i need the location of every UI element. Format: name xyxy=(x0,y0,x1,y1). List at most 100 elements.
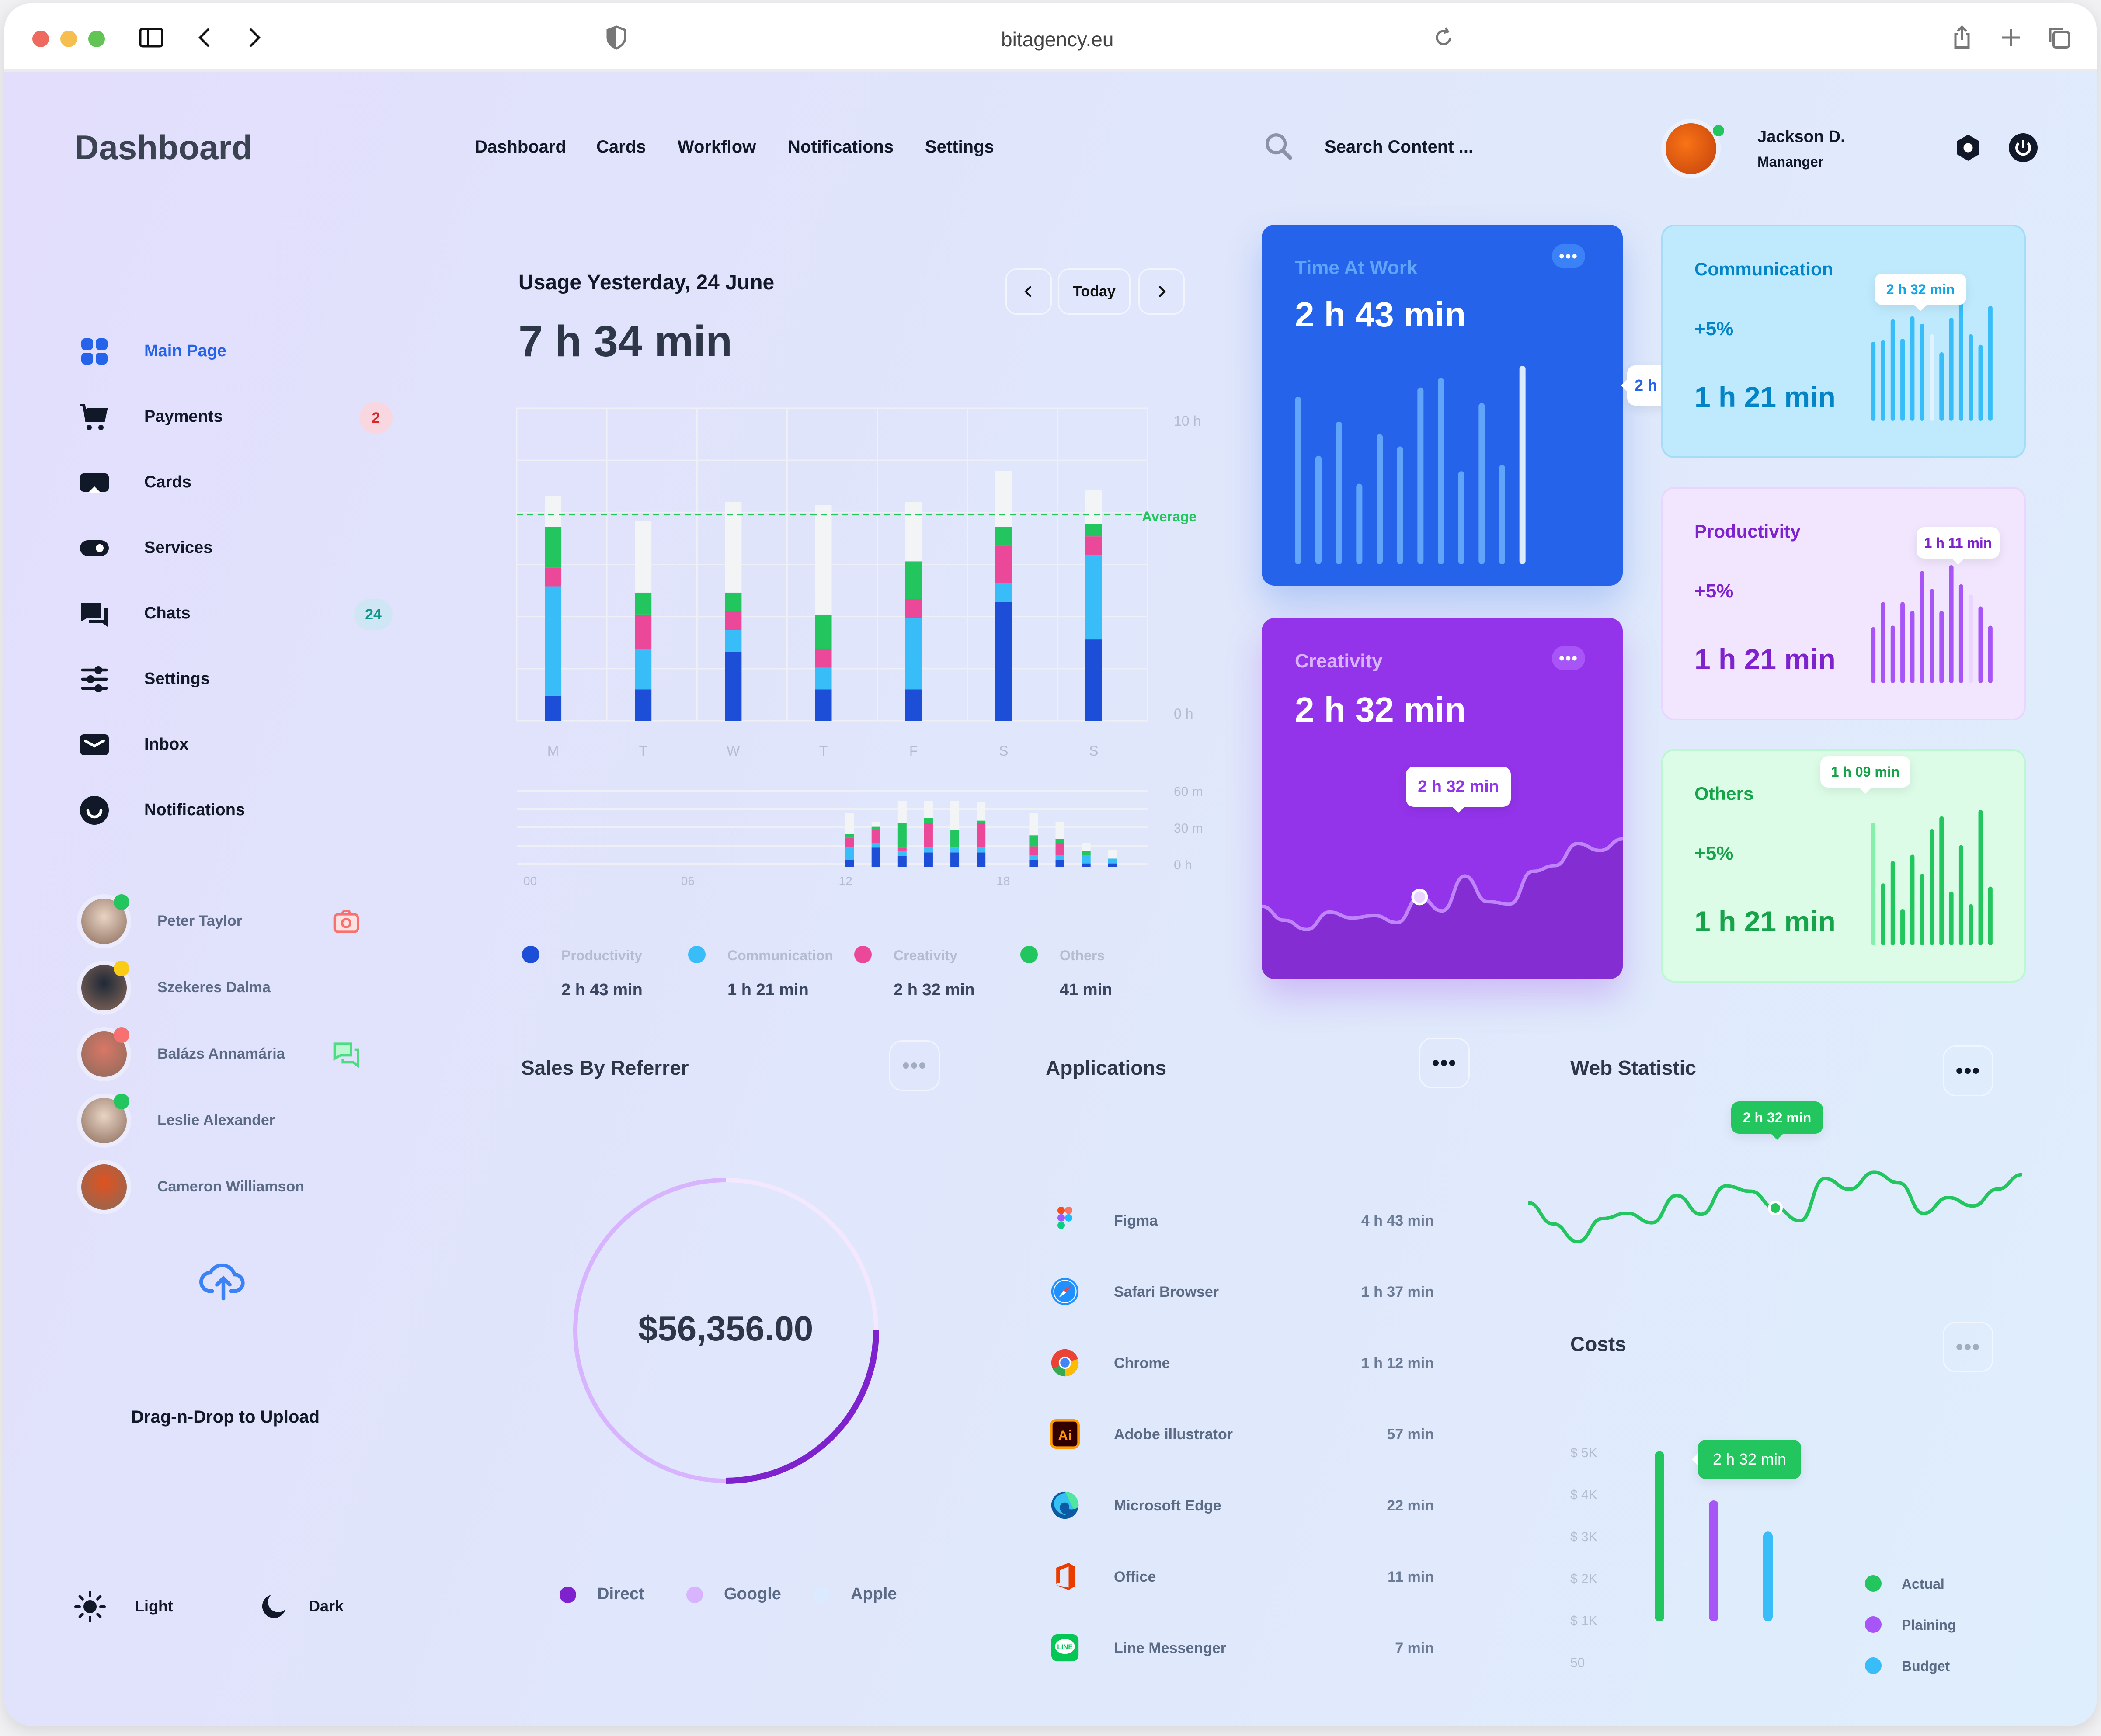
next-day-button[interactable] xyxy=(1138,268,1185,315)
sidebar-item-settings[interactable]: Settings xyxy=(74,660,398,699)
close-window-button[interactable] xyxy=(32,31,49,47)
svg-text:Ai: Ai xyxy=(1058,1428,1071,1443)
card-more-button[interactable]: ••• xyxy=(1552,244,1585,268)
sidebar-item-cards[interactable]: Cards xyxy=(74,463,398,503)
bar-segment-others xyxy=(1085,524,1102,537)
application-row[interactable]: Safari Browser 1 h 37 min xyxy=(1045,1275,1438,1310)
donut-slice-apple[interactable] xyxy=(725,1178,878,1331)
x-tick-label: 18 xyxy=(996,874,1010,888)
contact-item[interactable]: Szekeres Dalma xyxy=(79,961,393,1012)
contact-item[interactable]: Balázs Annamária xyxy=(79,1027,393,1079)
search-input[interactable]: Search Content ... xyxy=(1325,137,1473,157)
creativity-point[interactable] xyxy=(1411,889,1428,906)
contact-name: Szekeres Dalma xyxy=(157,979,271,996)
hourly-bar-segment xyxy=(1108,858,1117,864)
hourly-bar-segment xyxy=(1055,855,1064,860)
power-icon[interactable] xyxy=(2007,132,2039,163)
web-statistic-title: Web Statistic xyxy=(1570,1056,1696,1079)
sidebar-item-inbox[interactable]: Inbox xyxy=(74,726,398,765)
chat-icon[interactable] xyxy=(332,1040,360,1068)
hourly-bar-segment xyxy=(924,801,933,818)
sidebar-toggle-icon[interactable] xyxy=(138,24,164,51)
tabs-overview-icon[interactable] xyxy=(2046,24,2072,51)
application-row[interactable]: Microsoft Edge 22 min xyxy=(1045,1489,1438,1524)
sliders-icon xyxy=(81,666,108,692)
costs-legend-dot xyxy=(1865,1616,1882,1633)
sun-icon[interactable] xyxy=(74,1591,106,1622)
upload-label[interactable]: Drag-n-Drop to Upload xyxy=(131,1407,320,1427)
costs-title: Costs xyxy=(1570,1333,1626,1355)
hourly-bar-segment xyxy=(871,826,880,830)
url-field[interactable]: bitagency.eu xyxy=(1001,28,1113,51)
productivity-card[interactable]: Productivity +5% 1 h 21 min 1 h 11 min xyxy=(1661,487,2026,720)
hourly-bar-segment xyxy=(871,830,880,843)
communication-card[interactable]: Communication +5% 1 h 21 min 2 h 32 min xyxy=(1661,225,2026,458)
web-statistic-more-button[interactable]: ••• xyxy=(1943,1045,1993,1096)
share-icon[interactable] xyxy=(1949,24,1975,51)
application-row[interactable]: Figma 4 h 43 min xyxy=(1045,1204,1438,1239)
applications-more-button[interactable]: ••• xyxy=(1419,1038,1470,1088)
bar-segment-communication xyxy=(1085,555,1102,640)
card-title: Productivity xyxy=(1694,521,1801,542)
search-icon[interactable] xyxy=(1263,131,1294,162)
web-statistic-point[interactable] xyxy=(1768,1201,1783,1215)
application-name: Figma xyxy=(1114,1212,1158,1229)
hourly-bar-segment xyxy=(950,852,960,867)
forward-icon[interactable] xyxy=(240,24,267,51)
dark-theme-label[interactable]: Dark xyxy=(309,1597,344,1615)
hourly-bar-segment xyxy=(845,837,854,848)
new-tab-icon[interactable] xyxy=(1998,24,2024,51)
maximize-window-button[interactable] xyxy=(88,31,105,47)
nav-cards[interactable]: Cards xyxy=(596,137,646,157)
contact-item[interactable]: Leslie Alexander xyxy=(79,1094,393,1145)
time-at-work-bars xyxy=(1295,366,1526,564)
reload-icon[interactable] xyxy=(1430,24,1457,51)
nav-workflow[interactable]: Workflow xyxy=(678,137,756,157)
sidebar-item-chats[interactable]: Chats 24 xyxy=(74,594,398,634)
back-icon[interactable] xyxy=(192,24,219,51)
application-row[interactable]: Office 11 min xyxy=(1045,1560,1438,1595)
minimize-window-button[interactable] xyxy=(60,31,77,47)
sales-more-button[interactable]: ••• xyxy=(889,1040,940,1091)
nav-settings[interactable]: Settings xyxy=(925,137,994,157)
contact-item[interactable]: Cameron Williamson xyxy=(79,1163,393,1212)
bar-segment-communication xyxy=(635,649,652,690)
bar-segment-productivity xyxy=(1085,639,1102,721)
light-theme-label[interactable]: Light xyxy=(135,1597,173,1615)
creativity-card[interactable]: Creativity 2 h 32 min ••• 2 h 32 min xyxy=(1262,618,1623,979)
usage-total: 7 h 34 min xyxy=(518,317,733,366)
nav-notifications[interactable]: Notifications xyxy=(788,137,894,157)
user-avatar[interactable] xyxy=(1666,123,1716,174)
donut-slice-direct[interactable] xyxy=(725,1330,879,1484)
costs-legend-dot xyxy=(1865,1657,1882,1674)
dashboard-app: Dashboard Dashboard Cards Workflow Notif… xyxy=(4,72,2097,1726)
card-more-button[interactable]: ••• xyxy=(1552,646,1585,670)
camera-icon[interactable] xyxy=(332,907,360,935)
bar-segment-remaining xyxy=(995,471,1012,527)
costs-more-button[interactable]: ••• xyxy=(1943,1322,1993,1372)
today-button[interactable]: Today xyxy=(1058,268,1131,315)
sidebar-item-services[interactable]: Services xyxy=(74,529,398,568)
bar-segment-others xyxy=(905,561,922,599)
time-at-work-card[interactable]: Time At Work 2 h 43 min ••• xyxy=(1262,225,1623,586)
sidebar-item-payments[interactable]: Payments 2 xyxy=(74,398,398,437)
contact-item[interactable]: Peter Taylor xyxy=(79,894,393,946)
settings-hex-icon[interactable] xyxy=(1952,132,1984,163)
sidebar-item-main-page[interactable]: Main Page xyxy=(74,332,398,372)
hourly-bar-segment xyxy=(871,822,880,827)
hourly-bar-segment xyxy=(845,813,854,834)
others-card[interactable]: Others +5% 1 h 21 min 1 h 09 min xyxy=(1661,749,2026,983)
legend-value: 2 h 32 min xyxy=(894,981,975,999)
sidebar-item-notifications[interactable]: Notifications xyxy=(74,791,398,830)
shield-icon[interactable] xyxy=(603,24,630,51)
application-row[interactable]: LINE Line Messenger 7 min xyxy=(1045,1631,1438,1666)
application-row[interactable]: Ai Adobe illustrator 57 min xyxy=(1045,1417,1438,1452)
sales-legend-dot xyxy=(686,1587,703,1603)
moon-icon[interactable] xyxy=(258,1591,289,1622)
prev-day-button[interactable] xyxy=(1005,268,1052,315)
application-row[interactable]: Chrome 1 h 12 min xyxy=(1045,1346,1438,1381)
nav-dashboard[interactable]: Dashboard xyxy=(475,137,566,157)
sales-legend-label: Apple xyxy=(851,1585,897,1603)
cloud-upload-icon[interactable] xyxy=(199,1262,247,1302)
bar-segment-others xyxy=(635,592,652,615)
